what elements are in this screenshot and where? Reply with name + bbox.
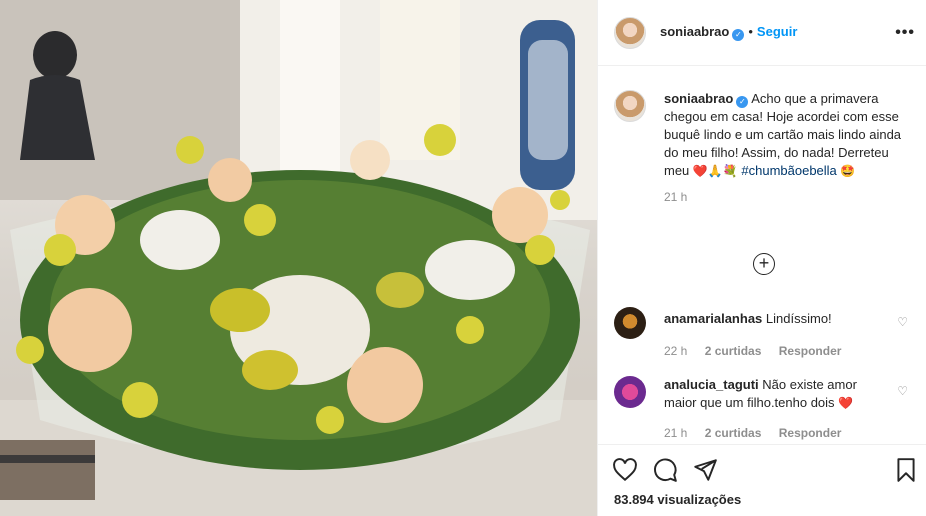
- comment-username[interactable]: analucia_taguti: [664, 377, 759, 392]
- comment-icon[interactable]: [652, 457, 678, 483]
- comment-text: Lindíssimo!: [765, 311, 832, 326]
- more-options-icon[interactable]: •••: [895, 24, 915, 42]
- comment-time[interactable]: 21 h: [664, 426, 687, 440]
- comment-emoji: ❤️: [838, 396, 854, 410]
- comment-like-icon[interactable]: ♡: [897, 384, 908, 398]
- reply-button[interactable]: Responder: [779, 426, 842, 440]
- verified-icon: ✓: [732, 29, 745, 41]
- views-count[interactable]: 83.894 visualizações: [614, 492, 741, 507]
- load-more-comments-icon[interactable]: +: [753, 253, 775, 275]
- post-caption: soniaabrao ✓ Acho que a primavera chegou …: [614, 90, 914, 204]
- share-icon[interactable]: [692, 457, 718, 483]
- post-photo[interactable]: [0, 0, 597, 516]
- comment-like-icon[interactable]: ♡: [897, 315, 908, 329]
- reply-button[interactable]: Responder: [779, 344, 842, 358]
- heart-icon[interactable]: [612, 457, 638, 483]
- commenter-avatar[interactable]: [614, 376, 646, 408]
- post-actions: 83.894 visualizações: [598, 444, 926, 516]
- author-username[interactable]: soniaabrao: [660, 24, 729, 39]
- caption-avatar[interactable]: [614, 90, 646, 122]
- post-panel: soniaabrao ✓ • Seguir ••• soniaabrao ✓ Acho …: [597, 0, 926, 516]
- commenter-avatar[interactable]: [614, 307, 646, 339]
- header-user: soniaabrao ✓ • Seguir: [660, 24, 797, 41]
- separator-dot: •: [748, 24, 753, 39]
- post-header: soniaabrao ✓ • Seguir •••: [598, 0, 926, 66]
- caption-username[interactable]: soniaabrao: [664, 91, 733, 106]
- comment-item: anamarialanhas Lindíssimo! 22 h 2 curtid…: [614, 307, 914, 358]
- verified-icon: ✓: [736, 96, 749, 108]
- comment-item: analucia_taguti Não existe amor maior qu…: [614, 376, 914, 440]
- follow-button[interactable]: Seguir: [757, 24, 797, 39]
- comment-likes[interactable]: 2 curtidas: [705, 344, 762, 358]
- bookmark-icon[interactable]: [893, 457, 919, 483]
- caption-time[interactable]: 21 h: [664, 190, 914, 204]
- comment-likes[interactable]: 2 curtidas: [705, 426, 762, 440]
- author-avatar[interactable]: [614, 16, 646, 49]
- caption-trailing-emoji: 🤩: [840, 164, 856, 178]
- caption-emojis: ❤️🙏💐: [692, 164, 738, 178]
- bouquet-image: [0, 0, 597, 516]
- hashtag-link[interactable]: #chumbãoebella: [741, 163, 836, 178]
- comment-username[interactable]: anamarialanhas: [664, 311, 762, 326]
- comment-time[interactable]: 22 h: [664, 344, 687, 358]
